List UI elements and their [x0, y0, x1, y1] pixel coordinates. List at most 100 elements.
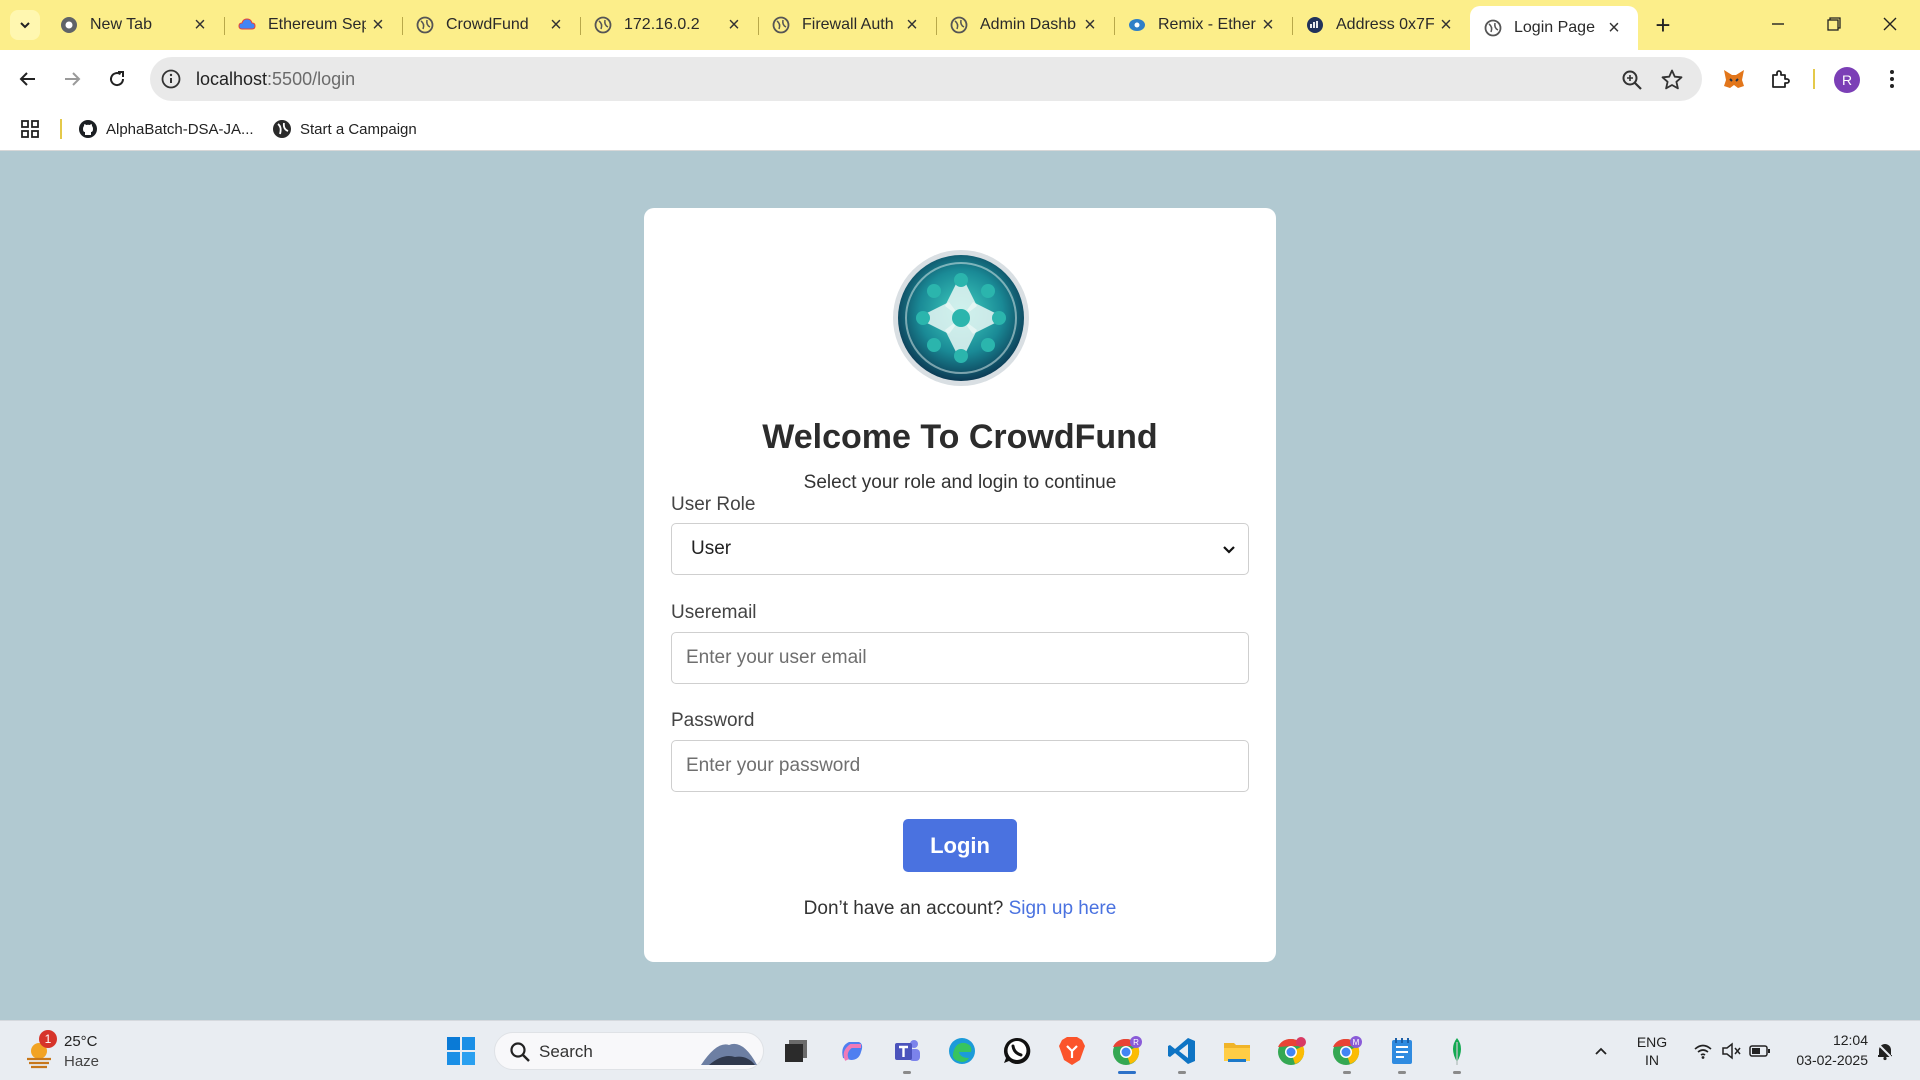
tab-ip-address[interactable]: 172.16.0.2 × — [580, 7, 759, 43]
new-tab-button[interactable]: + — [1648, 10, 1678, 40]
signup-prompt: Don’t have an account? — [803, 898, 1004, 919]
windows-taskbar: 1 25°C Haze Search R M ENG IN 12:04 03-0… — [0, 1020, 1920, 1080]
tab-remix[interactable]: Remix - Ether × — [1114, 7, 1293, 43]
bookmark-start-campaign[interactable]: Start a Campaign — [272, 116, 417, 142]
url-text[interactable]: localhost:5500/login — [196, 69, 355, 90]
system-clock[interactable]: 12:04 03-02-2025 — [1778, 1030, 1868, 1070]
mongodb-compass-app[interactable] — [1439, 1033, 1475, 1074]
tab-search-button[interactable] — [10, 10, 40, 40]
language-indicator[interactable]: ENG IN — [1628, 1033, 1676, 1069]
globe-icon — [772, 16, 790, 34]
copilot-icon — [842, 1042, 863, 1061]
profile-avatar[interactable]: R — [1834, 67, 1860, 93]
taskbar-search[interactable]: Search — [494, 1032, 764, 1070]
user-role-label: User Role — [671, 494, 756, 515]
brave-icon — [1059, 1037, 1085, 1065]
tab-title: Ethereum Sep — [268, 16, 366, 33]
address-bar[interactable]: localhost:5500/login — [150, 57, 1702, 101]
forward-button[interactable] — [54, 61, 90, 97]
close-icon[interactable]: × — [1256, 13, 1280, 37]
tab-admin-dashboard[interactable]: Admin Dashb × — [936, 7, 1115, 43]
close-icon[interactable]: × — [366, 13, 390, 37]
close-icon[interactable]: × — [1078, 13, 1102, 37]
windows-logo-icon — [447, 1037, 475, 1065]
bookmark-alphabatch[interactable]: AlphaBatch-DSA-JA... — [78, 116, 254, 142]
notifications-button[interactable] — [1872, 1033, 1898, 1069]
restore-button[interactable] — [1806, 0, 1862, 48]
vscode-app[interactable] — [1164, 1033, 1200, 1074]
task-view-button[interactable] — [778, 1033, 814, 1069]
apps-button[interactable] — [20, 116, 40, 142]
vscode-icon — [1168, 1038, 1195, 1064]
close-icon[interactable]: × — [1602, 16, 1626, 40]
arrow-right-icon — [65, 72, 81, 86]
bookmark-label: Start a Campaign — [300, 120, 417, 138]
back-button[interactable] — [10, 61, 46, 97]
weather-alert-badge: 1 — [39, 1030, 57, 1048]
brave-app[interactable] — [1054, 1033, 1090, 1069]
minimize-icon — [1772, 23, 1784, 25]
tab-firewall-auth[interactable]: Firewall Auth × — [758, 7, 937, 43]
login-button[interactable]: Login — [903, 819, 1017, 872]
tab-title: Firewall Auth — [802, 16, 894, 33]
edge-icon — [949, 1038, 975, 1064]
notepad-app[interactable] — [1384, 1033, 1420, 1074]
close-window-button[interactable] — [1862, 0, 1918, 48]
running-indicator — [1178, 1071, 1186, 1074]
tab-title: New Tab — [90, 16, 152, 33]
search-highlight-icon — [701, 1043, 757, 1065]
tab-login-page[interactable]: Login Page × — [1470, 6, 1638, 50]
extensions-puzzle-icon[interactable] — [1767, 65, 1795, 93]
user-role-select[interactable]: User — [671, 523, 1249, 575]
signup-link[interactable]: Sign up here — [1009, 898, 1117, 919]
apps-grid-icon — [21, 120, 39, 138]
whatsapp-app[interactable] — [999, 1033, 1035, 1069]
running-indicator — [1453, 1071, 1461, 1074]
reload-button[interactable] — [99, 61, 135, 97]
edge-app[interactable] — [944, 1033, 980, 1069]
close-icon[interactable]: × — [722, 13, 746, 37]
metamask-extension-icon[interactable] — [1720, 65, 1748, 93]
signup-row: Don’t have an account? Sign up here — [644, 898, 1276, 920]
url-path: :5500/login — [267, 69, 356, 89]
folder-icon — [1224, 1043, 1250, 1062]
clock-date: 03-02-2025 — [1796, 1052, 1868, 1068]
etherscan-icon — [1306, 16, 1324, 34]
battery-icon — [1749, 1045, 1770, 1057]
weather-widget[interactable]: 1 25°C Haze — [22, 1029, 112, 1073]
tab-new-tab[interactable]: New Tab × — [46, 7, 225, 43]
chrome-profile-m-app[interactable] — [1274, 1033, 1310, 1069]
kebab-menu-icon[interactable] — [1878, 65, 1906, 93]
close-icon[interactable]: × — [900, 13, 924, 37]
close-icon[interactable]: × — [1434, 13, 1458, 37]
close-icon[interactable]: × — [544, 13, 568, 37]
plus-icon: + — [1655, 9, 1671, 40]
quick-settings-button[interactable] — [1684, 1033, 1780, 1069]
teams-app[interactable] — [889, 1033, 925, 1074]
bookmark-star-icon[interactable] — [1660, 68, 1684, 92]
zoom-icon[interactable] — [1620, 68, 1644, 92]
tab-crowdfund[interactable]: CrowdFund × — [402, 7, 581, 43]
chrome-icon — [60, 16, 78, 34]
chevron-up-icon — [1595, 1047, 1607, 1055]
wifi-icon — [1694, 1044, 1712, 1059]
globe-icon — [273, 120, 291, 138]
start-button[interactable] — [443, 1033, 479, 1069]
copilot-app[interactable] — [834, 1033, 870, 1069]
close-icon[interactable]: × — [188, 13, 212, 37]
chrome-profile-r-app[interactable]: R — [1109, 1033, 1145, 1074]
active-indicator — [1118, 1071, 1136, 1074]
email-input[interactable] — [671, 632, 1249, 684]
chrome-profile-m2-app[interactable]: M — [1329, 1033, 1365, 1074]
show-hidden-icons-button[interactable] — [1586, 1033, 1616, 1069]
info-icon[interactable] — [160, 68, 182, 90]
tab-address[interactable]: Address 0x7F × — [1292, 7, 1470, 43]
minimize-button[interactable] — [1750, 0, 1806, 48]
file-explorer-app[interactable] — [1219, 1033, 1255, 1069]
notepad-icon — [1392, 1038, 1412, 1064]
weather-temp: 25°C — [64, 1033, 98, 1050]
chrome-icon: M — [1333, 1036, 1362, 1065]
globe-icon — [1484, 19, 1502, 37]
tab-ethereum[interactable]: Ethereum Sep × — [224, 7, 403, 43]
password-input[interactable] — [671, 740, 1249, 792]
